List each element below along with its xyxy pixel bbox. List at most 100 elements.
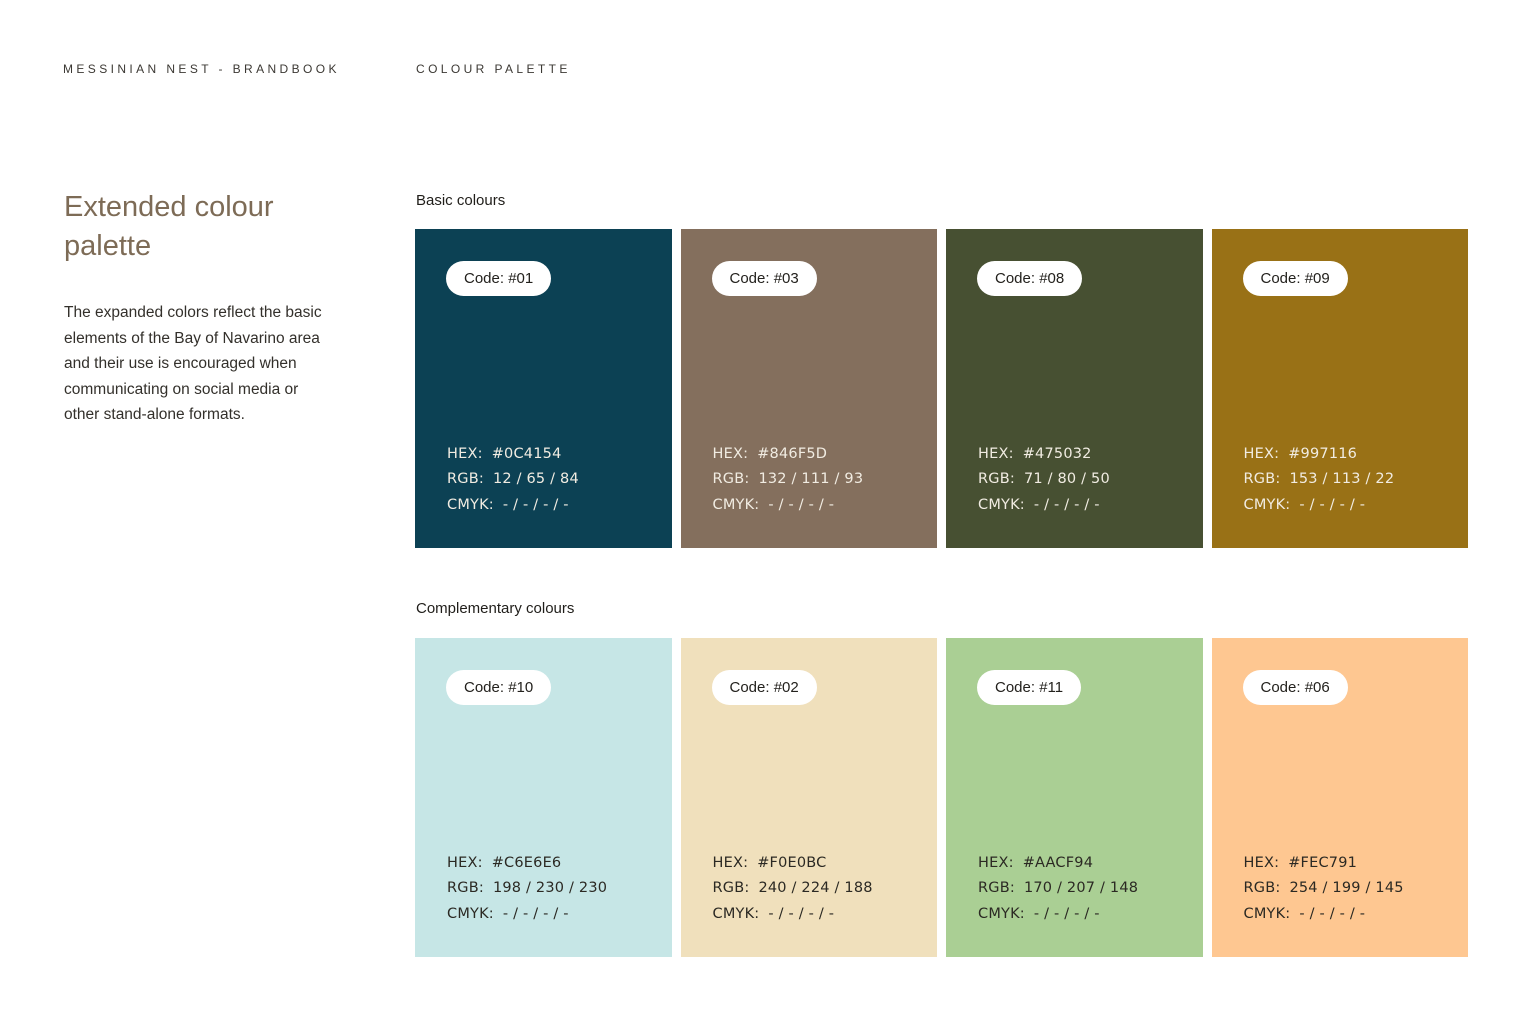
cmyk-label: CMYK: <box>447 497 494 513</box>
hex-line: HEX: #C6E6E6 <box>447 851 607 877</box>
cmyk-line: CMYK: - / - / - / - <box>1244 493 1395 519</box>
color-specs: HEX: #AACF94 RGB: 170 / 207 / 148 CMYK: - /… <box>978 851 1138 928</box>
rgb-label: RGB: <box>713 880 750 896</box>
rgb-line: RGB: 198 / 230 / 230 <box>447 876 607 902</box>
cmyk-line: CMYK: - / - / - / - <box>447 902 607 928</box>
rgb-line: RGB: 240 / 224 / 188 <box>713 876 873 902</box>
rgb-value: 71 / 80 / 50 <box>1024 471 1110 487</box>
cmyk-label: CMYK: <box>447 906 494 922</box>
rgb-value: 153 / 113 / 22 <box>1289 471 1394 487</box>
hex-line: HEX: #FEC791 <box>1244 851 1404 877</box>
rgb-label: RGB: <box>713 471 750 487</box>
hex-value: #475032 <box>1023 446 1092 462</box>
color-code-label: Code: #06 <box>1261 679 1330 696</box>
hex-value: #846F5D <box>757 446 827 462</box>
color-code-badge: Code: #11 <box>977 670 1081 705</box>
cmyk-label: CMYK: <box>713 497 760 513</box>
hex-value: #997116 <box>1288 446 1357 462</box>
cmyk-label: CMYK: <box>978 906 1025 922</box>
hex-line: HEX: #846F5D <box>713 442 864 468</box>
color-specs: HEX: #FEC791 RGB: 254 / 199 / 145 CMYK: - /… <box>1244 851 1404 928</box>
color-card-06: Code: #06 HEX: #FEC791 RGB: 254 / 199 / 14… <box>1212 638 1469 957</box>
rgb-line: RGB: 153 / 113 / 22 <box>1244 467 1395 493</box>
rgb-value: 12 / 65 / 84 <box>493 471 579 487</box>
color-code-badge: Code: #08 <box>977 261 1082 296</box>
hex-label: HEX: <box>978 446 1014 462</box>
color-code-badge: Code: #02 <box>712 670 817 705</box>
rgb-label: RGB: <box>447 880 484 896</box>
hex-label: HEX: <box>447 855 483 871</box>
hex-label: HEX: <box>713 855 749 871</box>
color-code-label: Code: #03 <box>730 270 799 287</box>
cmyk-value: - / - / - / - <box>768 497 834 513</box>
hex-line: HEX: #997116 <box>1244 442 1395 468</box>
hex-value: #F0E0BC <box>757 855 826 871</box>
color-code-badge: Code: #10 <box>446 670 551 705</box>
hex-line: HEX: #AACF94 <box>978 851 1138 877</box>
color-card-02: Code: #02 HEX: #F0E0BC RGB: 240 / 224 / 18… <box>681 638 938 957</box>
color-code-badge: Code: #06 <box>1243 670 1348 705</box>
rgb-line: RGB:12 / 65 / 84 <box>447 467 579 493</box>
color-card-03: Code: #03 HEX: #846F5D RGB: 132 / 111 / 93… <box>681 229 938 548</box>
rgb-label: RGB: <box>1244 471 1281 487</box>
cmyk-label: CMYK: <box>978 497 1025 513</box>
hex-label: HEX: <box>1244 446 1280 462</box>
color-code-badge: Code: #09 <box>1243 261 1348 296</box>
rgb-value: 132 / 111 / 93 <box>758 471 863 487</box>
cmyk-value: - / - / - / - <box>1299 497 1365 513</box>
color-code-label: Code: #01 <box>464 270 533 287</box>
hex-value: #FEC791 <box>1288 855 1357 871</box>
rgb-value: 240 / 224 / 188 <box>758 880 872 896</box>
cmyk-line: CMYK: - / - / - / - <box>713 902 873 928</box>
color-specs: HEX: #0C4154 RGB:12 / 65 / 84 CMYK: - / - … <box>447 442 579 519</box>
rgb-label: RGB: <box>978 471 1015 487</box>
hex-line: HEX: #F0E0BC <box>713 851 873 877</box>
hex-label: HEX: <box>978 855 1014 871</box>
color-code-badge: Code: #03 <box>712 261 817 296</box>
color-specs: HEX: #F0E0BC RGB: 240 / 224 / 188 CMYK: - /… <box>713 851 873 928</box>
hex-value: #AACF94 <box>1023 855 1093 871</box>
color-card-09: Code: #09 HEX: #997116 RGB: 153 / 113 / 22… <box>1212 229 1469 548</box>
cmyk-value: - / - / - / - <box>1299 906 1365 922</box>
cmyk-value: - / - / - / - <box>768 906 834 922</box>
cmyk-line: CMYK: - / - / - / - <box>1244 902 1404 928</box>
cmyk-label: CMYK: <box>713 906 760 922</box>
rgb-label: RGB: <box>1244 880 1281 896</box>
color-code-label: Code: #09 <box>1261 270 1330 287</box>
section-label-complementary-colours: Complementary colours <box>416 600 574 617</box>
color-specs: HEX: #C6E6E6 RGB: 198 / 230 / 230 CMYK: - /… <box>447 851 607 928</box>
cmyk-line: CMYK: - / - / - / - <box>713 493 864 519</box>
color-specs: HEX: #997116 RGB: 153 / 113 / 22 CMYK: - / … <box>1244 442 1395 519</box>
rgb-value: 198 / 230 / 230 <box>493 880 607 896</box>
color-code-label: Code: #08 <box>995 270 1064 287</box>
hex-value: #0C4154 <box>492 446 562 462</box>
color-card-01: Code: #01 HEX: #0C4154 RGB:12 / 65 / 84 C… <box>415 229 672 548</box>
brand-header: MESSINIAN NEST - BRANDBOOK <box>63 62 340 76</box>
cmyk-value: - / - / - / - <box>503 497 569 513</box>
hex-value: #C6E6E6 <box>492 855 562 871</box>
rgb-line: RGB: 71 / 80 / 50 <box>978 467 1110 493</box>
complementary-colours-row: Code: #10 HEX: #C6E6E6 RGB: 198 / 230 / 23… <box>415 638 1468 957</box>
rgb-label: RGB: <box>978 880 1015 896</box>
hex-label: HEX: <box>447 446 483 462</box>
rgb-value: 254 / 199 / 145 <box>1289 880 1403 896</box>
cmyk-label: CMYK: <box>1244 497 1291 513</box>
color-card-08: Code: #08 HEX: #475032 RGB: 71 / 80 / 50 C… <box>946 229 1203 548</box>
color-code-badge: Code: #01 <box>446 261 551 296</box>
hex-label: HEX: <box>713 446 749 462</box>
rgb-line: RGB: 132 / 111 / 93 <box>713 467 864 493</box>
basic-colours-row: Code: #01 HEX:#0C4154 RGB:12 / 65 / 84 C… <box>415 229 1468 548</box>
cmyk-value: - / - / - / - <box>1034 906 1100 922</box>
page-title: Extended colour palette <box>64 188 319 266</box>
rgb-line: RGB: 170 / 207 / 148 <box>978 876 1138 902</box>
cmyk-line: CMYK: - / - / - / - <box>978 902 1138 928</box>
color-card-10: Code: #10 HEX: #C6E6E6 RGB: 198 / 230 / 23… <box>415 638 672 957</box>
brandbook-page: MESSINIAN NEST - BRANDBOOK COLOUR PALETT… <box>0 0 1531 1020</box>
intro-description: The expanded colors reflect the basic el… <box>64 300 334 428</box>
cmyk-label: CMYK: <box>1244 906 1291 922</box>
rgb-value: 170 / 207 / 148 <box>1024 880 1138 896</box>
hex-label: HEX: <box>1244 855 1280 871</box>
cmyk-value: - / - / - / - <box>1034 497 1100 513</box>
cmyk-value: - / - / - / - <box>503 906 569 922</box>
page-header: COLOUR PALETTE <box>416 62 571 76</box>
